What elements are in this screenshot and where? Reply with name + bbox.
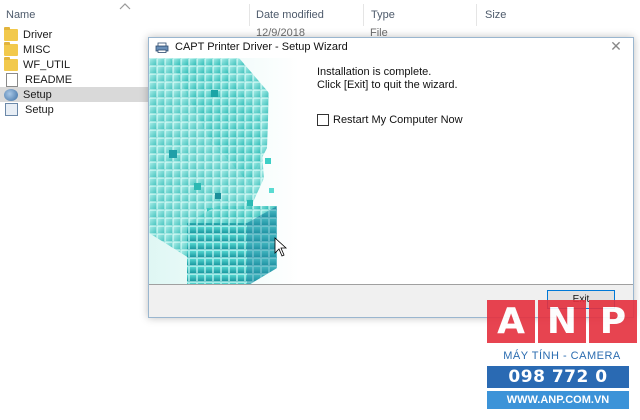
logo-letter: A (487, 300, 535, 343)
column-date-header[interactable]: Date modified (256, 9, 324, 21)
cube-artwork-image (149, 58, 299, 284)
column-separator[interactable] (476, 4, 477, 26)
brand-tagline: MÁY TÍNH - CAMERA (503, 350, 621, 362)
setup-app-icon (4, 88, 18, 101)
file-name: Setup (25, 103, 54, 116)
file-name: MISC (23, 43, 51, 56)
dialog-title: CAPT Printer Driver - Setup Wizard (175, 41, 348, 53)
folder-icon (4, 41, 18, 56)
file-name: README (25, 73, 73, 86)
completion-message: Installation is complete. (317, 66, 432, 78)
restart-checkbox[interactable] (317, 114, 329, 126)
column-type-header[interactable]: Type (371, 9, 395, 21)
brand-phone: 098 772 0 772 (487, 366, 629, 409)
column-size-header[interactable]: Size (485, 9, 506, 21)
restart-checkbox-label: Restart My Computer Now (333, 114, 463, 126)
column-separator[interactable] (249, 4, 250, 26)
dialog-titlebar[interactable]: CAPT Printer Driver - Setup Wizard ✕ (149, 38, 633, 58)
printer-icon (155, 42, 169, 53)
column-header-bar: Name Date modified Type Size (0, 0, 640, 30)
logo-letter: P (589, 300, 637, 343)
sort-up-icon (119, 3, 131, 10)
file-name: Setup (23, 88, 52, 101)
folder-icon (4, 26, 18, 41)
list-item-selected[interactable]: Setup (0, 87, 151, 102)
column-separator[interactable] (363, 4, 364, 26)
divider (149, 284, 633, 285)
exit-instruction: Click [Exit] to quit the wizard. (317, 79, 458, 91)
setup-wizard-dialog: CAPT Printer Driver - Setup Wizard ✕ Ins… (148, 37, 634, 318)
column-name-header[interactable]: Name (6, 9, 35, 21)
wizard-content: Installation is complete. Click [Exit] t… (149, 58, 633, 284)
brand-watermark: A N P MÁY TÍNH - CAMERA 098 772 0 772 WW… (487, 300, 637, 415)
document-icon (6, 72, 18, 87)
folder-icon (4, 56, 18, 71)
file-name: Driver (23, 28, 53, 41)
setup-config-icon (5, 103, 18, 116)
restart-checkbox-row[interactable]: Restart My Computer Now (317, 114, 463, 126)
close-button[interactable]: ✕ (609, 40, 623, 54)
file-name: WF_UTIL (23, 58, 71, 71)
brand-logo: A N P (487, 300, 637, 343)
logo-letter: N (538, 300, 586, 343)
brand-website: WWW.ANP.COM.VN (487, 391, 629, 409)
